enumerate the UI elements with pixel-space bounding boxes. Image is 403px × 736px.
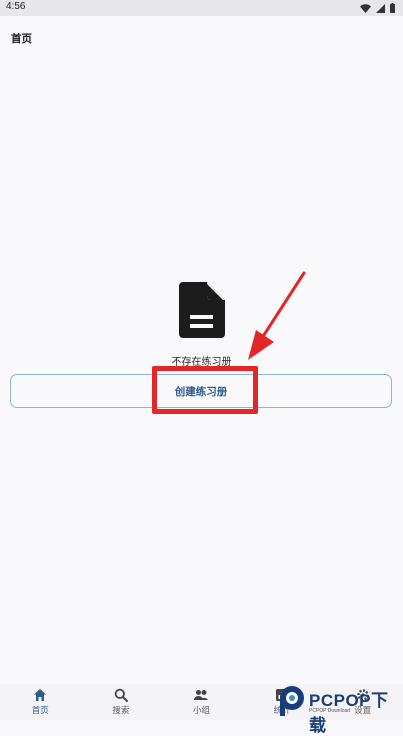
status-bar: 4:56 xyxy=(0,0,403,16)
search-icon xyxy=(114,688,128,702)
nav-label-group: 小组 xyxy=(192,706,210,716)
watermark: PCPOP下载 PCPOP Download xyxy=(276,682,403,735)
nav-label-search: 搜索 xyxy=(112,706,130,716)
nav-item-group[interactable]: 小组 xyxy=(161,684,242,720)
status-time: 4:56 xyxy=(6,1,26,12)
group-icon xyxy=(194,690,209,700)
page-title: 首页 xyxy=(11,33,32,45)
annotation-arrow-icon xyxy=(248,271,306,360)
nav-label-home: 首页 xyxy=(31,706,49,716)
watermark-logo-icon xyxy=(280,686,304,716)
nav-item-search[interactable]: 搜索 xyxy=(81,684,162,720)
home-icon xyxy=(34,689,47,701)
status-icons xyxy=(360,3,395,13)
document-icon xyxy=(179,282,225,338)
highlight-box xyxy=(152,366,258,414)
watermark-tagline: PCPOP Download xyxy=(309,708,351,714)
signal-icon xyxy=(376,3,385,13)
wifi-icon xyxy=(360,3,371,13)
nav-item-home[interactable]: 首页 xyxy=(0,684,81,720)
battery-icon xyxy=(390,3,395,13)
